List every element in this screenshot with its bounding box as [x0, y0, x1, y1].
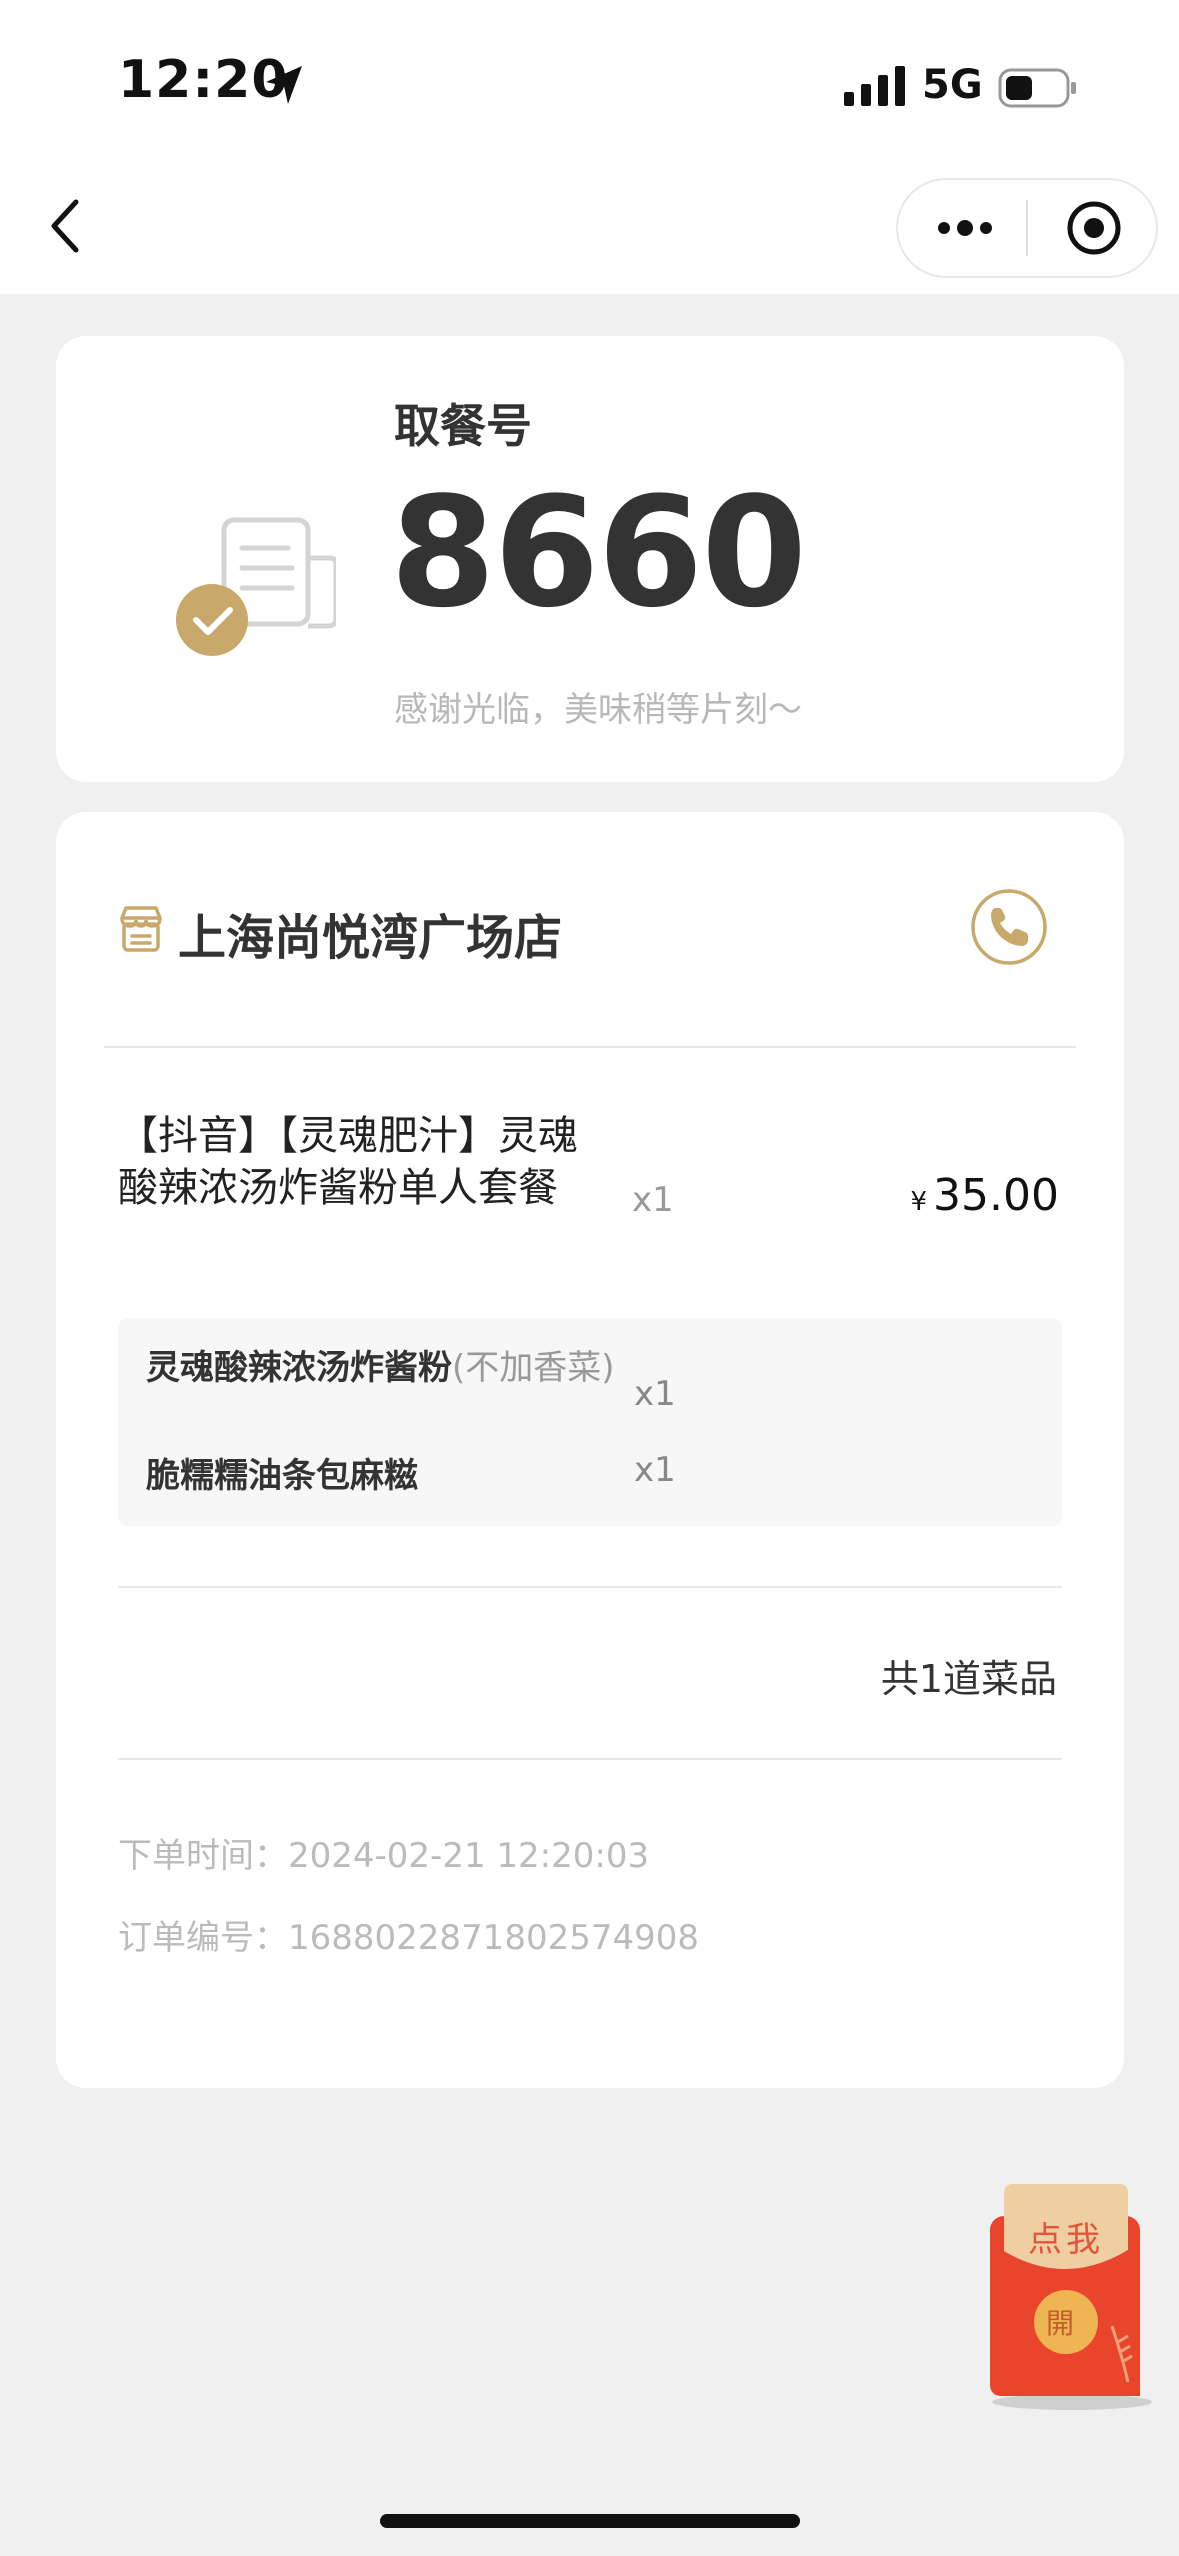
thanks-message: 感谢光临，美味稍等片刻～ — [394, 690, 802, 730]
order-item-price: ¥35.00 — [910, 1170, 1059, 1221]
battery-icon — [998, 68, 1076, 108]
divider — [118, 1758, 1062, 1760]
sub-item-note: (不加香菜) — [452, 1348, 615, 1388]
order-number-value: 1688022871802574908 — [288, 1918, 700, 1958]
home-indicator[interactable] — [380, 2514, 800, 2528]
location-arrow-icon — [266, 66, 302, 104]
store-icon — [120, 906, 162, 952]
more-dots-icon[interactable] — [934, 210, 996, 246]
order-confirmed-icon — [176, 517, 336, 656]
signal-icon — [844, 66, 905, 106]
order-time-value: 2024-02-21 12:20:03 — [288, 1836, 650, 1876]
currency-symbol: ¥ — [910, 1187, 928, 1217]
sub-item-name: 灵魂酸辣浓汤炸酱粉(不加香菜) — [146, 1344, 616, 1392]
store-name: 上海尚悦湾广场店 — [178, 910, 563, 966]
pickup-number-label: 取餐号 — [394, 399, 532, 453]
divider — [118, 1586, 1062, 1588]
chevron-left-icon[interactable] — [46, 196, 86, 256]
record-target-icon[interactable] — [1066, 200, 1122, 256]
divider — [104, 1046, 1076, 1048]
sub-item-quantity: x1 — [634, 1450, 676, 1490]
order-time-label: 下单时间： — [118, 1836, 288, 1876]
order-number: 订单编号：1688022871802574908 — [118, 1910, 699, 1959]
pickup-number: 8660 — [390, 464, 807, 641]
phone-icon[interactable] — [970, 888, 1048, 966]
sub-item-name: 脆糯糯油条包麻糍 — [146, 1456, 418, 1496]
red-packet-label: 点我 — [1028, 2220, 1104, 2260]
capsule-divider — [1026, 200, 1028, 256]
price-value: 35.00 — [933, 1170, 1059, 1221]
order-time: 下单时间：2024-02-21 12:20:03 — [118, 1828, 649, 1877]
order-number-label: 订单编号： — [118, 1918, 288, 1958]
sub-item-title: 灵魂酸辣浓汤炸酱粉 — [146, 1348, 452, 1388]
order-item-quantity: x1 — [632, 1180, 674, 1220]
network-type: 5G — [922, 62, 983, 108]
total-dishes: 共1道菜品 — [880, 1657, 1057, 1701]
red-packet-coin: 開 — [1046, 2307, 1075, 2340]
sub-item-quantity: x1 — [634, 1374, 676, 1414]
order-item-name: 【抖音】【灵魂肥汁】灵魂酸辣浓汤炸酱粉单人套餐 — [118, 1113, 578, 1211]
